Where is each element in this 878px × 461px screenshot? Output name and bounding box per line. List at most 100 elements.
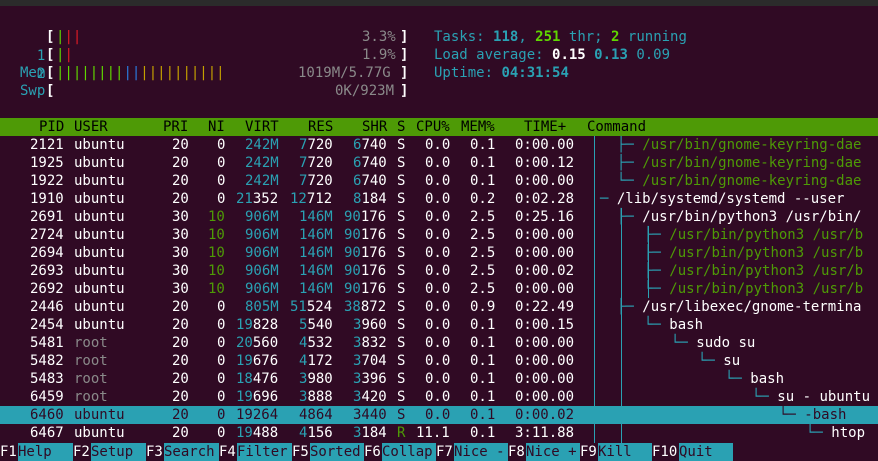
fkey-setup-button[interactable]: Setup [91, 443, 146, 461]
fkey-f9[interactable]: F9 [580, 443, 597, 461]
column-header-s[interactable]: S [397, 118, 405, 136]
cell-pri: 20 [172, 137, 189, 153]
process-row[interactable]: 5483 root 20 0 18476 3980 3396 S 0.0 0.1 0:00.00 └─… [0, 370, 878, 388]
threads-count: 251 [535, 29, 561, 45]
fkey-f7[interactable]: F7 [436, 443, 453, 461]
cell-virt: 906M [245, 281, 279, 297]
cell-cpu: 0.0 [425, 173, 451, 189]
cell-pid: 6467 [30, 425, 64, 441]
cell-mem: 0.1 [470, 317, 496, 333]
cell-time: 0:00.00 [515, 245, 575, 261]
fkey-search-button[interactable]: Search [164, 443, 219, 461]
column-header-user[interactable]: USER [74, 118, 108, 136]
cell-user: ubuntu [74, 317, 125, 333]
column-header-cpu[interactable]: CPU% [416, 118, 450, 136]
fkey-f10[interactable]: F10 [652, 443, 677, 461]
process-row[interactable]: 2454 ubuntu 20 0 19828 5540 3960 S 0.0 0.1 0:00.15… [0, 316, 878, 334]
column-header-virt[interactable]: VIRT [245, 118, 279, 136]
cell-ni: 0 [217, 137, 226, 153]
column-header-pri[interactable]: PRI [163, 118, 188, 136]
column-header-shr[interactable]: SHR [362, 118, 387, 136]
column-header-ni[interactable]: NI [208, 118, 225, 136]
fkey-kill-button[interactable]: Kill [598, 443, 652, 461]
cell-shr: 90176 [344, 263, 387, 279]
uptime-stat: Uptime: 04:31:54 [434, 65, 569, 81]
process-row[interactable]: 1925 ubuntu 20 0 242M 7720 6740 S 0.0 0.1 0:00.12 ├… [0, 154, 878, 172]
cell-ni: 10 [208, 263, 225, 279]
cpu1-value: 3.3% [362, 29, 396, 45]
cell-s: S [397, 371, 406, 387]
cell-virt: 906M [245, 245, 279, 261]
cell-ni: 10 [208, 281, 225, 297]
cell-pri: 20 [172, 407, 189, 423]
process-row[interactable]: 6459 root 20 0 19696 3888 3420 S 0.0 0.1 0:00.00 └─… [0, 388, 878, 406]
fkey-f4[interactable]: F4 [219, 443, 236, 461]
fkey-f2[interactable]: F2 [73, 443, 90, 461]
column-header-command[interactable]: Command [587, 118, 646, 136]
fkey-f3[interactable]: F3 [146, 443, 163, 461]
process-row[interactable]: 1922 ubuntu 20 0 242M 7720 6740 S 0.0 0.1 0:00.00 └… [0, 172, 878, 190]
process-row[interactable]: 2694 ubuntu 30 10 906M 146M 90176 S 0.0 2.5 0:00.0… [0, 244, 878, 262]
cell-user: root [74, 335, 108, 351]
fkey-help-button[interactable]: Help [18, 443, 73, 461]
cpu2-value: 1.9% [362, 47, 396, 63]
process-row[interactable]: 5481 root 20 0 20560 4532 3832 S 0.0 0.1 0:00.00 └─… [0, 334, 878, 352]
cell-cpu: 0.0 [425, 407, 451, 423]
fkey-quit-button[interactable]: Quit [679, 443, 733, 461]
fkey-sorted-button[interactable]: Sorted [310, 443, 364, 461]
fkey-collap-button[interactable]: Collap [382, 443, 436, 461]
cell-pid: 1910 [30, 191, 64, 207]
cell-virt: 906M [245, 227, 279, 243]
process-row[interactable]: 6460 ubuntu 20 0 19264 4864 3440 S 0.0 0.1 0:00.02… [0, 406, 878, 424]
column-header-mem[interactable]: MEM% [461, 118, 495, 136]
cell-user: ubuntu [74, 173, 125, 189]
process-row[interactable]: 2121 ubuntu 20 0 242M 7720 6740 S 0.0 0.1 0:00.00 ├… [0, 136, 878, 154]
cell-s: S [397, 227, 406, 243]
cell-command: ├─ /usr/bin/gnome-keyring-dae [617, 137, 862, 153]
process-row[interactable]: 1910 ubuntu 20 0 21352 12712 8184 S 0.0 0.2 0:02.2… [0, 190, 878, 208]
cell-shr: 3420 [353, 389, 387, 405]
process-row[interactable]: 2446 ubuntu 20 0 805M 51524 38872 S 0.0 0.9 0:22.4… [0, 298, 878, 316]
fkey-f6[interactable]: F6 [364, 443, 381, 461]
cell-shr: 3440 [353, 407, 387, 423]
column-header-res[interactable]: RES [308, 118, 333, 136]
cell-cpu: 0.0 [425, 137, 451, 153]
column-header-time[interactable]: TIME+ [524, 118, 566, 136]
cell-pid: 2121 [30, 137, 64, 153]
cell-s: S [397, 281, 406, 297]
cell-mem: 0.1 [470, 137, 496, 153]
fkey-nice-button[interactable]: Nice + [526, 443, 580, 461]
fkey-filter-button[interactable]: Filter [237, 443, 292, 461]
process-row[interactable]: 2691 ubuntu 30 10 906M 146M 90176 S 0.0 2.5 0:25.1… [0, 208, 878, 226]
cell-pri: 20 [172, 353, 189, 369]
cell-mem: 0.1 [470, 425, 496, 441]
process-row[interactable]: 5482 root 20 0 19676 4172 3704 S 0.0 0.1 0:00.00 └─… [0, 352, 878, 370]
swp-close-bracket: ] [400, 83, 409, 99]
cell-pid: 6460 [30, 407, 64, 423]
load-5: 0.13 [594, 47, 628, 63]
cell-cpu: 0.0 [425, 371, 451, 387]
fkey-nice-button[interactable]: Nice - [454, 443, 508, 461]
fkey-f5[interactable]: F5 [292, 443, 309, 461]
process-row[interactable]: 2692 ubuntu 30 10 906M 146M 90176 S 0.0 2.5 0:00.0… [0, 280, 878, 298]
cell-time: 0:00.02 [515, 407, 575, 423]
tasks-stat: Tasks: 118, 251 thr; 2 running [434, 29, 687, 45]
process-row[interactable]: 2724 ubuntu 30 10 906M 146M 90176 S 0.0 2.5 0:00.0… [0, 226, 878, 244]
mem-bars: |||||||||||||||||||| [56, 65, 225, 81]
column-header-pid[interactable]: PID [39, 118, 64, 136]
cell-res: 4864 [299, 407, 333, 423]
cell-mem: 0.1 [470, 155, 496, 171]
cell-res: 146M [299, 281, 333, 297]
cell-shr: 3704 [353, 353, 387, 369]
load-15: 0.09 [636, 47, 671, 63]
swp-label: Swp [20, 83, 46, 99]
cell-virt: 906M [245, 263, 279, 279]
process-row[interactable]: 2693 ubuntu 30 10 906M 146M 90176 S 0.0 2.5 0:00.0… [0, 262, 878, 280]
cell-pid: 6459 [30, 389, 64, 405]
cell-pri: 30 [172, 227, 189, 243]
process-row[interactable]: 6467 ubuntu 20 0 19488 4156 3184 R 11.1 0.1 3:11.8… [0, 424, 878, 442]
cell-shr: 6740 [353, 137, 387, 153]
fkey-f1[interactable]: F1 [0, 443, 17, 461]
fkey-f8[interactable]: F8 [508, 443, 525, 461]
cell-mem: 0.1 [470, 389, 496, 405]
